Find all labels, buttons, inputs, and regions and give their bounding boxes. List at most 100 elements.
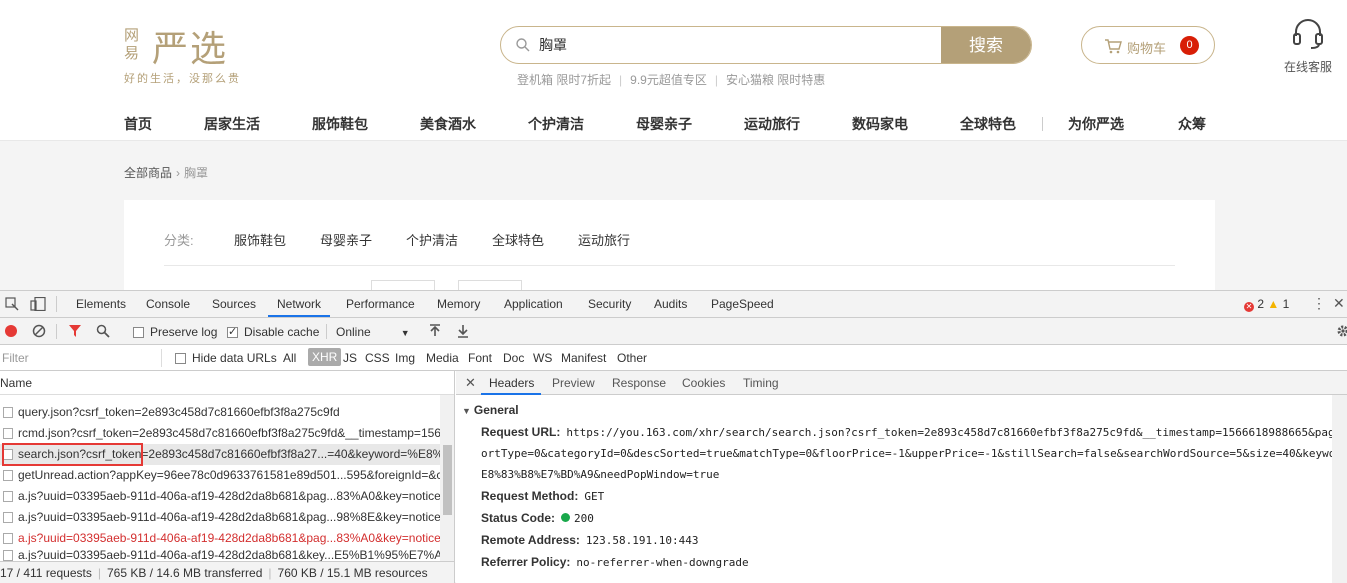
active-tab-indicator <box>481 393 541 395</box>
device-toolbar-icon[interactable] <box>30 297 46 311</box>
table-row[interactable]: query.json?csrf_token=2e893c458d7c81660e… <box>0 402 440 423</box>
scrollbar[interactable] <box>1332 395 1347 583</box>
file-icon <box>3 533 13 544</box>
table-row[interactable]: a.js?uuid=03395aeb-911d-406a-af19-428d2d… <box>0 507 440 528</box>
file-icon <box>3 512 13 523</box>
logo[interactable]: 网易 严选 好的生活，没那么贵 <box>124 24 254 86</box>
gear-icon[interactable] <box>1336 324 1347 338</box>
import-har-icon[interactable] <box>428 324 442 338</box>
filter-item[interactable]: 全球特色 <box>492 230 544 249</box>
tab-timing[interactable]: Timing <box>743 376 779 390</box>
nav-item-baby[interactable]: 母婴亲子 <box>636 114 692 134</box>
tab-response[interactable]: Response <box>612 376 666 390</box>
nav-item-sports[interactable]: 运动旅行 <box>744 114 800 134</box>
website: 网易 严选 好的生活，没那么贵 搜索 登机箱 限时7折起|9.9元超值专区|安心… <box>0 0 1347 290</box>
filter-item[interactable]: 母婴亲子 <box>320 230 372 249</box>
nav-item-crowdfunding[interactable]: 众筹 <box>1178 114 1206 134</box>
tab-pagespeed[interactable]: PageSpeed <box>711 297 774 311</box>
hot-keyword[interactable]: 9.9元超值专区 <box>630 73 707 87</box>
tab-preview[interactable]: Preview <box>552 376 595 390</box>
filter-item[interactable]: 运动旅行 <box>578 230 630 249</box>
hot-keyword[interactable]: 安心猫粮 限时特惠 <box>726 73 825 87</box>
price-max-input[interactable] <box>458 280 522 290</box>
clear-icon[interactable] <box>32 324 46 338</box>
file-icon <box>3 428 13 439</box>
type-filter-other[interactable]: Other <box>617 351 647 365</box>
filter-item[interactable]: 服饰鞋包 <box>234 230 286 249</box>
table-row[interactable]: rcmd.json?csrf_token=2e893c458d7c81660ef… <box>0 423 440 444</box>
type-filter-img[interactable]: Img <box>395 351 415 365</box>
nav-item-apparel[interactable]: 服饰鞋包 <box>312 114 368 134</box>
tab-security[interactable]: Security <box>588 297 631 311</box>
tab-performance[interactable]: Performance <box>346 297 415 311</box>
status-code-label: Status Code: <box>481 511 556 525</box>
search-icon[interactable] <box>96 324 110 338</box>
breadcrumb-current: 胸罩 <box>184 166 209 180</box>
inspect-icon[interactable] <box>5 297 19 311</box>
nav-item-home[interactable]: 首页 <box>124 114 152 134</box>
devtools-panel: Elements Console Sources Network Perform… <box>0 290 1347 583</box>
tab-console[interactable]: Console <box>146 297 190 311</box>
nav-item-global[interactable]: 全球特色 <box>960 114 1016 134</box>
table-row[interactable]: a.js?uuid=03395aeb-911d-406a-af19-428d2d… <box>0 549 440 561</box>
tab-elements[interactable]: Elements <box>76 297 126 311</box>
nav-item-food[interactable]: 美食酒水 <box>420 114 476 134</box>
tab-application[interactable]: Application <box>504 297 563 311</box>
filter-icon[interactable] <box>68 324 82 338</box>
tab-audits[interactable]: Audits <box>654 297 687 311</box>
breadcrumb-root[interactable]: 全部商品 <box>124 166 172 180</box>
nav-item-for-you[interactable]: 为你严选 <box>1068 114 1124 134</box>
toolbar-divider <box>56 296 57 312</box>
preserve-log-checkbox[interactable]: Preserve log <box>133 325 217 339</box>
resources-size: 760 KB / 15.1 MB resources <box>277 566 428 580</box>
disable-cache-checkbox[interactable]: Disable cache <box>227 325 319 339</box>
search-input[interactable] <box>539 35 929 55</box>
request-name: a.js?uuid=03395aeb-911d-406a-af19-428d2d… <box>18 510 440 524</box>
scrollbar[interactable] <box>440 395 454 563</box>
table-row[interactable]: getUnread.action?appKey=96ee78c0d9633761… <box>0 465 440 486</box>
breadcrumb: 全部商品 › 胸罩 <box>124 164 208 181</box>
column-header-name[interactable]: Name <box>0 371 454 395</box>
customer-service[interactable]: 在线客服 <box>1278 18 1338 75</box>
type-filter-font[interactable]: Font <box>468 351 492 365</box>
export-har-icon[interactable] <box>456 324 470 338</box>
record-icon[interactable] <box>4 324 18 338</box>
tab-memory[interactable]: Memory <box>437 297 480 311</box>
tab-cookies[interactable]: Cookies <box>682 376 725 390</box>
cart-label: 购物车 <box>1127 41 1167 56</box>
table-row[interactable]: a.js?uuid=03395aeb-911d-406a-af19-428d2d… <box>0 486 440 507</box>
section-general[interactable]: ▼ General <box>462 403 519 417</box>
file-icon <box>3 491 13 502</box>
type-filter-all[interactable]: All <box>283 351 296 365</box>
nav-item-digital[interactable]: 数码家电 <box>852 114 908 134</box>
price-min-input[interactable] <box>371 280 435 290</box>
type-filter-doc[interactable]: Doc <box>503 351 524 365</box>
type-filter-ws[interactable]: WS <box>533 351 552 365</box>
tab-headers[interactable]: Headers <box>489 376 534 390</box>
table-row-error[interactable]: a.js?uuid=03395aeb-911d-406a-af19-428d2d… <box>0 528 440 549</box>
scrollbar-thumb[interactable] <box>443 445 452 515</box>
throttle-select[interactable]: Online ▼ <box>336 325 410 339</box>
filter-input[interactable]: Filter <box>0 349 162 367</box>
hot-keyword[interactable]: 登机箱 限时7折起 <box>517 73 611 87</box>
request-list: Name query.json?csrf_token=2e893c458d7c8… <box>0 371 455 583</box>
nav-item-home-living[interactable]: 居家生活 <box>204 114 260 134</box>
type-filter-media[interactable]: Media <box>426 351 459 365</box>
cart-button[interactable]: 购物车 0 <box>1081 26 1215 64</box>
nav-item-care[interactable]: 个护清洁 <box>528 114 584 134</box>
filter-item[interactable]: 个护清洁 <box>406 230 458 249</box>
issue-counter[interactable]: ✕ 2 ▲ 1 <box>1244 297 1289 312</box>
tab-sources[interactable]: Sources <box>212 297 256 311</box>
logo-slogan: 好的生活，没那么贵 <box>124 73 241 85</box>
type-filter-xhr[interactable]: XHR <box>308 348 342 366</box>
error-icon: ✕ <box>1244 302 1254 312</box>
type-filter-manifest[interactable]: Manifest <box>561 351 606 365</box>
close-icon[interactable]: ✕ <box>1333 295 1345 312</box>
hide-data-urls-checkbox[interactable]: Hide data URLs <box>175 351 277 365</box>
type-filter-js[interactable]: JS <box>343 351 357 365</box>
more-options-icon[interactable]: ⋮ <box>1312 295 1326 312</box>
type-filter-css[interactable]: CSS <box>365 351 390 365</box>
close-icon[interactable]: ✕ <box>465 375 476 391</box>
tab-network[interactable]: Network <box>277 297 321 311</box>
search-button[interactable]: 搜索 <box>941 27 1031 63</box>
